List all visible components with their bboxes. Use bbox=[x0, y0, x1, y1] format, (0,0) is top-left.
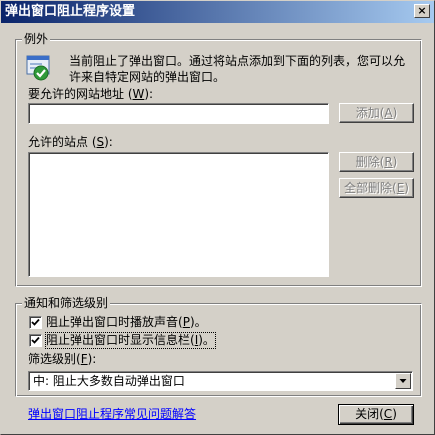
allowed-sites-list[interactable] bbox=[28, 152, 329, 277]
close-button[interactable]: 关闭(C) bbox=[338, 404, 414, 425]
exceptions-description-line2: 许来自特定网站的弹出窗口。 bbox=[69, 70, 226, 84]
title-close-button[interactable]: × bbox=[414, 4, 430, 18]
add-button[interactable]: 添加(A) bbox=[339, 103, 414, 123]
popup-blocker-settings-dialog: 弹出窗口阻止程序设置 × 例外 当前阻止了弹出窗口。通过将站点添加到下面的列表，… bbox=[0, 0, 435, 435]
checkmark-icon bbox=[31, 318, 40, 326]
info-bar-label[interactable]: 阻止弹出窗口时显示信息栏(I)。 bbox=[45, 332, 216, 349]
play-sound-label[interactable]: 阻止弹出窗口时播放声音(P)。 bbox=[46, 315, 207, 330]
faq-link[interactable]: 弹出窗口阻止程序常见问题解答 bbox=[28, 407, 196, 422]
filter-level-dropdown[interactable]: 中: 阻止大多数自动弹出窗口 bbox=[28, 371, 413, 391]
title-bar[interactable]: 弹出窗口阻止程序设置 × bbox=[1, 1, 434, 23]
window-title: 弹出窗口阻止程序设置 bbox=[5, 4, 136, 19]
website-address-input[interactable] bbox=[28, 103, 329, 124]
dropdown-button[interactable] bbox=[395, 373, 411, 389]
filter-level-value: 中: 阻止大多数自动弹出窗口 bbox=[33, 374, 185, 388]
remove-button[interactable]: 删除(R) bbox=[339, 152, 414, 172]
allowed-sites-label: 允许的站点 (S): bbox=[28, 135, 113, 149]
exceptions-description-line1: 当前阻止了弹出窗口。通过将站点添加到下面的列表，您可以允 bbox=[69, 54, 406, 68]
exceptions-legend: 例外 bbox=[22, 32, 51, 46]
play-sound-checkbox[interactable] bbox=[29, 316, 42, 329]
address-label: 要允许的网站地址 (W): bbox=[28, 87, 154, 101]
remove-all-button[interactable]: 全部删除(E) bbox=[339, 178, 414, 198]
info-bar-checkbox[interactable] bbox=[29, 334, 42, 347]
notification-legend: 通知和筛选级别 bbox=[22, 296, 111, 310]
popup-blocker-shield-icon bbox=[26, 55, 52, 81]
checkmark-icon bbox=[31, 336, 40, 344]
chevron-down-icon bbox=[399, 379, 407, 383]
filter-level-label: 筛选级别(F): bbox=[28, 352, 97, 366]
close-icon: × bbox=[417, 4, 427, 17]
